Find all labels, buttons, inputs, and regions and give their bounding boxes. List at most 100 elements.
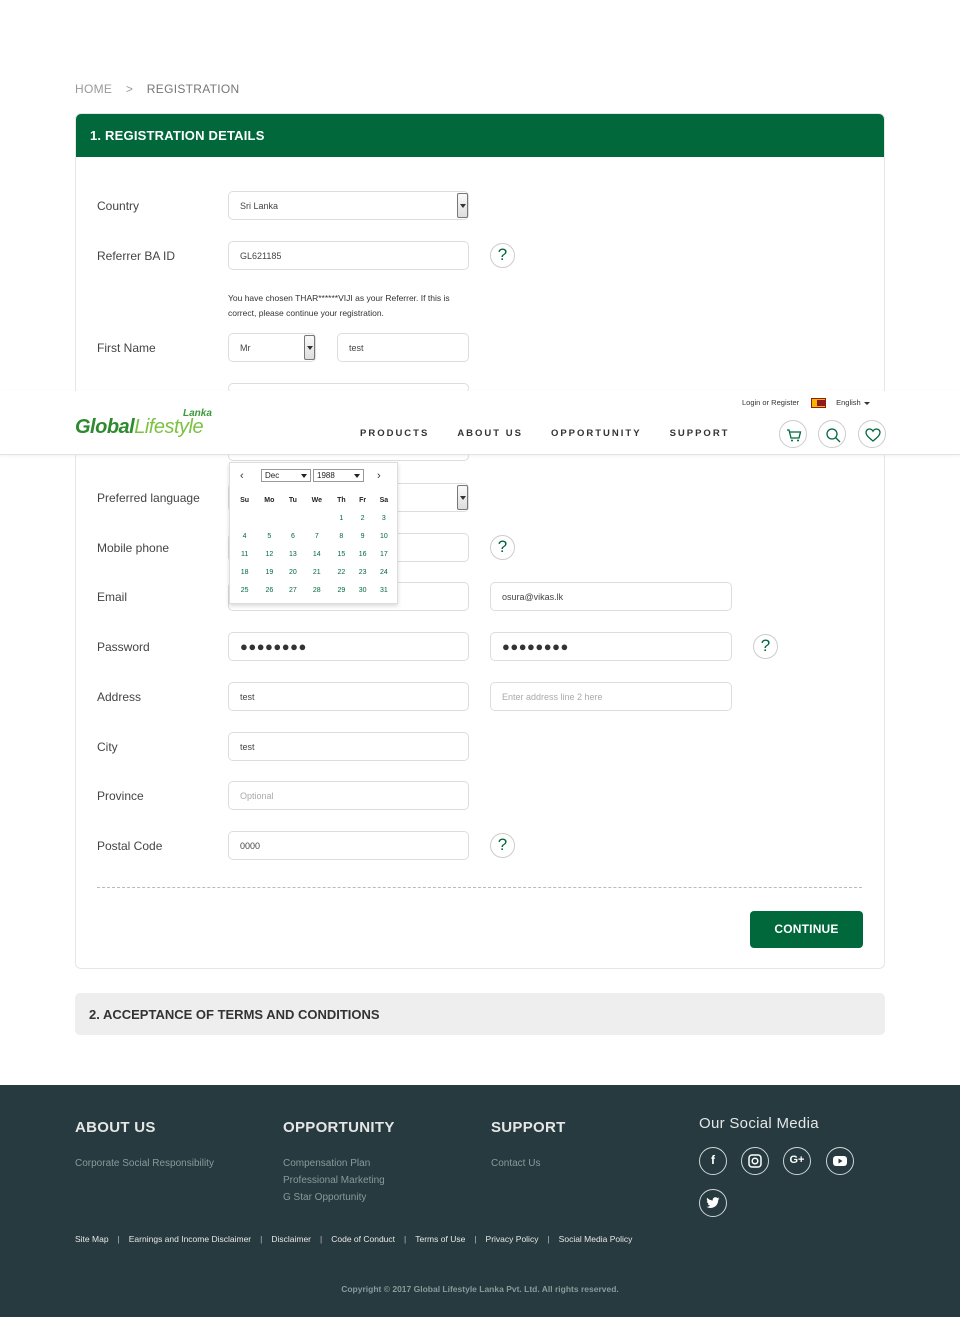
nav-support[interactable]: SUPPORT	[670, 428, 730, 439]
day-cell[interactable]: 20	[282, 563, 303, 581]
city-label: City	[97, 740, 118, 754]
day-cell[interactable]: 13	[282, 545, 303, 563]
footer-link-site-map[interactable]: Site Map	[75, 1234, 109, 1244]
mobile-help-icon[interactable]: ?	[490, 535, 515, 560]
nav-opportunity[interactable]: OPPORTUNITY	[551, 428, 642, 439]
day-cell[interactable]: 4	[233, 527, 256, 545]
nav-about-us[interactable]: ABOUT US	[457, 428, 523, 439]
province-input[interactable]: Optional	[228, 781, 469, 810]
continue-button[interactable]: CONTINUE	[750, 911, 863, 948]
footer-link-professional-marketing[interactable]: Professional Marketing	[283, 1172, 395, 1189]
caret-down-icon[interactable]	[863, 401, 870, 405]
postal-code-help-icon[interactable]: ?	[490, 833, 515, 858]
footer-link-privacy-policy[interactable]: Privacy Policy	[486, 1234, 539, 1244]
day-cell[interactable]: 14	[303, 545, 330, 563]
day-cell[interactable]: 29	[330, 581, 352, 599]
sri-lanka-flag-icon[interactable]	[811, 398, 827, 409]
footer-link-terms-of-use[interactable]: Terms of Use	[415, 1234, 465, 1244]
password-help-icon[interactable]: ?	[753, 634, 778, 659]
country-select-arrow[interactable]	[457, 193, 468, 218]
address-label: Address	[97, 690, 142, 704]
title-select[interactable]: Mr	[228, 333, 316, 362]
day-cell[interactable]: 28	[303, 581, 330, 599]
datepicker-month-select[interactable]: Dec	[261, 469, 311, 482]
site-header: Lanka GlobalLifestyle Login or Register E…	[0, 391, 960, 455]
section-terms-title[interactable]: 2. ACCEPTANCE OF TERMS AND CONDITIONS	[75, 993, 885, 1035]
day-cell[interactable]: 9	[352, 527, 372, 545]
footer-link-disclaimer[interactable]: Disclaimer	[271, 1234, 311, 1244]
nav-products[interactable]: PRODUCTS	[360, 428, 429, 439]
login-register-link[interactable]: Login or Register	[742, 398, 799, 407]
day-cell[interactable]	[233, 509, 256, 527]
day-cell[interactable]: 23	[352, 563, 372, 581]
footer-link-earnings-disclaimer[interactable]: Earnings and Income Disclaimer	[129, 1234, 251, 1244]
day-cell[interactable]: 27	[282, 581, 303, 599]
email-confirm-input[interactable]: osura@vikas.lk	[490, 582, 732, 611]
footer-link-contact-us[interactable]: Contact Us	[491, 1155, 566, 1172]
first-name-input[interactable]: test	[337, 333, 469, 362]
day-cell[interactable]: 30	[352, 581, 372, 599]
language-switcher[interactable]: English	[836, 398, 861, 407]
address-line2-input[interactable]: Enter address line 2 here	[490, 682, 732, 711]
day-cell[interactable]: 1	[330, 509, 352, 527]
country-label: Country	[97, 199, 140, 213]
day-cell[interactable]: 5	[256, 527, 282, 545]
google-plus-icon[interactable]: G+	[783, 1147, 811, 1175]
search-icon[interactable]	[818, 420, 846, 448]
instagram-icon[interactable]	[741, 1147, 769, 1175]
footer-link-g-star[interactable]: G Star Opportunity	[283, 1189, 395, 1206]
address-line1-input[interactable]: test	[228, 682, 469, 711]
language-select-arrow[interactable]	[457, 485, 468, 510]
facebook-icon[interactable]: f	[699, 1147, 727, 1175]
datepicker-year-select[interactable]: 1988	[313, 469, 364, 482]
city-input[interactable]: test	[228, 732, 469, 761]
day-cell[interactable]: 16	[352, 545, 372, 563]
referrer-help-icon[interactable]: ?	[490, 243, 515, 268]
password-confirm-input[interactable]: ●●●●●●●●	[490, 632, 732, 661]
day-cell[interactable]: 6	[282, 527, 303, 545]
footer-link-compensation-plan[interactable]: Compensation Plan	[283, 1155, 395, 1172]
postal-code-input[interactable]: 0000	[228, 831, 469, 860]
datepicker-weekdays: Su Mo Tu We Th Fr Sa	[233, 492, 395, 509]
province-label: Province	[97, 789, 144, 803]
twitter-icon[interactable]	[699, 1189, 727, 1217]
day-cell[interactable]: 8	[330, 527, 352, 545]
password-input[interactable]: ●●●●●●●●	[228, 632, 469, 661]
youtube-icon[interactable]	[826, 1147, 854, 1175]
day-cell[interactable]: 11	[233, 545, 256, 563]
day-cell[interactable]: 17	[373, 545, 395, 563]
footer-link-code-of-conduct[interactable]: Code of Conduct	[331, 1234, 395, 1244]
day-cell[interactable]: 10	[373, 527, 395, 545]
footer-link-csr[interactable]: Corporate Social Responsibility	[75, 1155, 214, 1172]
day-cell[interactable]: 15	[330, 545, 352, 563]
title-select-arrow[interactable]	[304, 335, 315, 360]
breadcrumb-current: REGISTRATION	[146, 82, 240, 96]
weekday: Tu	[288, 497, 297, 504]
day-cell[interactable]: 24	[373, 563, 395, 581]
datepicker-next-icon[interactable]: ›	[377, 470, 381, 482]
day-cell[interactable]	[256, 509, 282, 527]
cart-icon[interactable]	[779, 420, 807, 448]
day-cell[interactable]: 19	[256, 563, 282, 581]
footer-link-social-media-policy[interactable]: Social Media Policy	[559, 1234, 633, 1244]
day-cell[interactable]: 26	[256, 581, 282, 599]
heart-icon[interactable]	[858, 420, 886, 448]
mobile-label: Mobile phone	[97, 541, 170, 555]
day-cell[interactable]	[282, 509, 303, 527]
country-select[interactable]: Sri Lanka	[228, 191, 469, 220]
day-cell[interactable]: 12	[256, 545, 282, 563]
referrer-input[interactable]: GL621185	[228, 241, 469, 270]
day-cell[interactable]: 3	[373, 509, 395, 527]
day-cell[interactable]: 31	[373, 581, 395, 599]
datepicker: ‹ Dec 1988 › Su Mo Tu We Th Fr Sa 123 45…	[229, 462, 398, 604]
day-cell[interactable]: 21	[303, 563, 330, 581]
day-cell[interactable]	[303, 509, 330, 527]
datepicker-prev-icon[interactable]: ‹	[240, 470, 244, 482]
day-cell[interactable]: 2	[352, 509, 372, 527]
day-cell[interactable]: 18	[233, 563, 256, 581]
day-cell[interactable]: 7	[303, 527, 330, 545]
day-cell[interactable]: 22	[330, 563, 352, 581]
section-registration-title[interactable]: 1. REGISTRATION DETAILS	[76, 114, 884, 157]
breadcrumb-home-link[interactable]: HOME	[75, 82, 112, 96]
day-cell[interactable]: 25	[233, 581, 256, 599]
